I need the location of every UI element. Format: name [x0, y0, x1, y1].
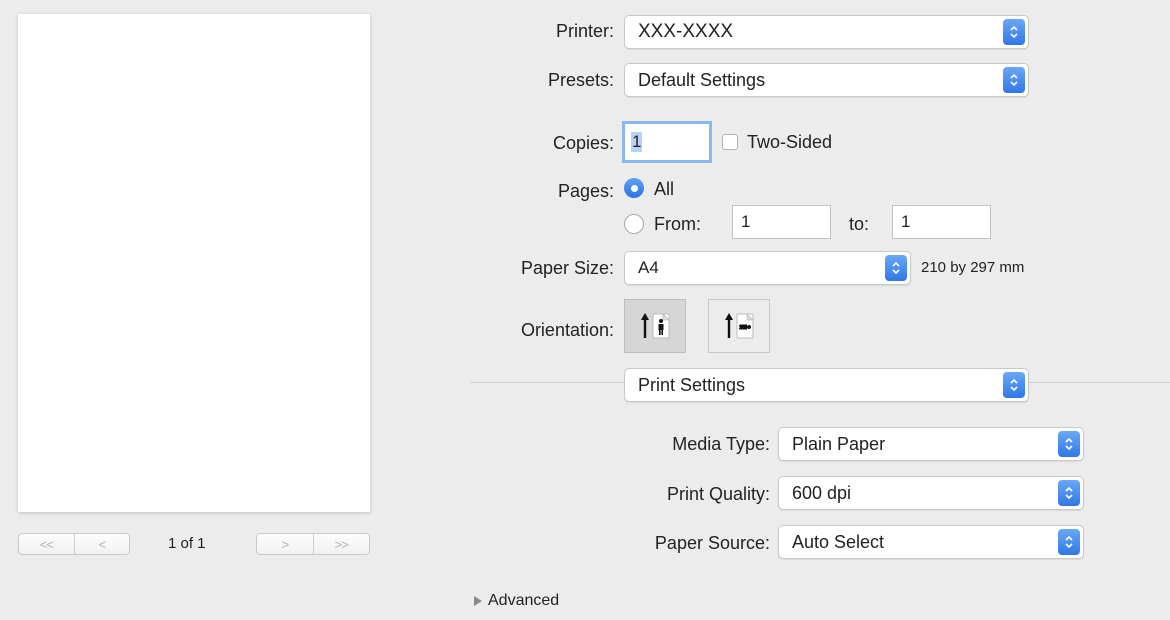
- chevron-updown-icon: [1058, 480, 1080, 506]
- portrait-icon: [641, 313, 670, 339]
- media-type-value: Plain Paper: [792, 433, 886, 454]
- pages-label: Pages:: [557, 181, 614, 201]
- paper-dimensions: 210 by 297 mm: [921, 259, 1025, 276]
- page-count: 1 of 1: [168, 535, 206, 552]
- print-quality-label: Print Quality:: [666, 484, 770, 504]
- pages-from-value: 1: [741, 212, 751, 231]
- pages-to-field[interactable]: 1: [892, 205, 991, 239]
- two-sided-label[interactable]: Two-Sided: [747, 132, 832, 153]
- preview-nav-forward-group: > >>: [256, 533, 370, 555]
- paper-size-value: A4: [638, 258, 659, 277]
- copies-value: 1: [631, 132, 643, 152]
- presets-value: Default Settings: [638, 69, 766, 90]
- printer-label: Printer:: [555, 21, 614, 41]
- pages-to-value: 1: [901, 212, 911, 231]
- chevron-updown-icon: [1003, 67, 1025, 93]
- previous-page-button[interactable]: <: [73, 534, 130, 554]
- pages-all-label[interactable]: All: [654, 179, 674, 200]
- print-quality-select[interactable]: 600 dpi: [778, 476, 1084, 510]
- presets-select[interactable]: Default Settings: [624, 63, 1029, 97]
- copies-label: Copies:: [552, 133, 614, 153]
- last-page-button[interactable]: >>: [312, 534, 370, 554]
- pages-all-radio[interactable]: [624, 178, 644, 198]
- presets-label: Presets:: [547, 70, 614, 90]
- print-quality-value: 600 dpi: [792, 482, 852, 503]
- chevron-updown-icon: [885, 255, 907, 281]
- chevron-updown-icon: [1058, 431, 1080, 457]
- chevron-updown-icon: [1003, 19, 1025, 45]
- section-popup-value: Print Settings: [638, 374, 746, 395]
- printer-select[interactable]: XXX-XXXX: [624, 15, 1029, 49]
- next-page-button[interactable]: >: [257, 534, 313, 554]
- print-settings-section-select[interactable]: Print Settings: [624, 368, 1029, 402]
- landscape-icon: [725, 313, 754, 339]
- preview-nav-back-group: << <: [18, 533, 130, 555]
- two-sided-checkbox[interactable]: [722, 134, 738, 150]
- paper-size-select[interactable]: A4: [624, 251, 911, 285]
- printer-value: XXX-XXXX: [638, 21, 734, 42]
- page-preview: [18, 14, 370, 512]
- advanced-label: Advanced: [488, 592, 560, 609]
- first-page-button[interactable]: <<: [19, 534, 74, 554]
- media-type-label: Media Type:: [672, 434, 770, 454]
- pages-from-field[interactable]: 1: [732, 205, 831, 239]
- advanced-disclosure[interactable]: Advanced: [474, 592, 559, 610]
- copies-field[interactable]: 1: [622, 121, 712, 163]
- disclosure-triangle-icon: [474, 596, 482, 606]
- pages-to-label: to:: [849, 214, 870, 234]
- pages-from-radio[interactable]: [624, 214, 644, 234]
- orientation-label: Orientation:: [520, 320, 614, 340]
- chevron-updown-icon: [1003, 372, 1025, 398]
- landscape-orientation-button[interactable]: [708, 299, 770, 353]
- chevron-updown-icon: [1058, 529, 1080, 555]
- portrait-orientation-button[interactable]: [624, 299, 686, 353]
- paper-source-value: Auto Select: [792, 531, 885, 552]
- pages-from-label[interactable]: From:: [654, 214, 701, 235]
- paper-size-label: Paper Size:: [520, 258, 614, 278]
- paper-source-label: Paper Source:: [654, 533, 770, 553]
- paper-source-select[interactable]: Auto Select: [778, 525, 1084, 559]
- media-type-select[interactable]: Plain Paper: [778, 427, 1084, 461]
